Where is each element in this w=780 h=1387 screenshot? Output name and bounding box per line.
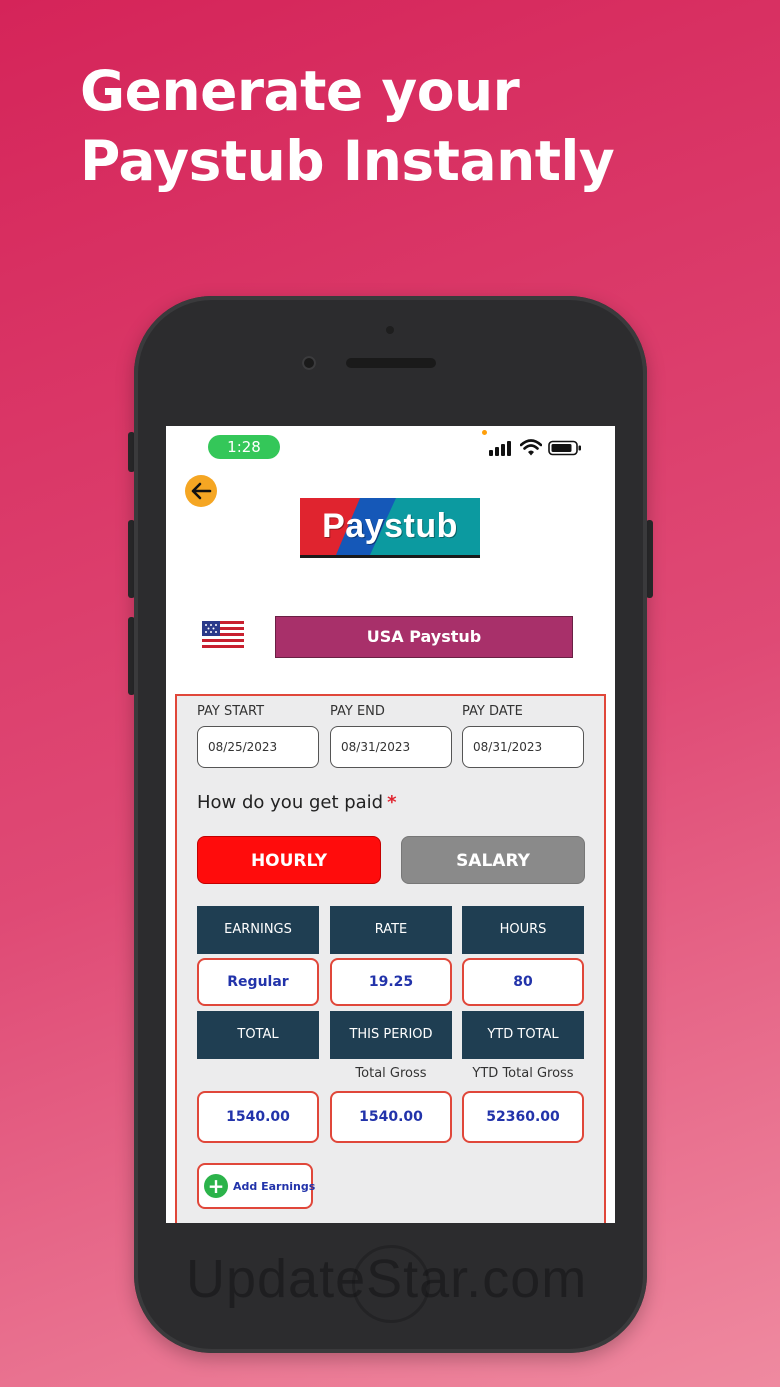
arrow-left-icon [191,482,212,500]
front-camera [302,356,316,370]
watermark: UpdateStar.com [186,1249,588,1309]
hourly-button[interactable]: HOURLY [197,836,381,884]
ytd-total-gross-label: YTD Total Gross [472,1066,574,1081]
headline: Generate your Paystub Instantly [80,56,615,196]
logo-text: Paystub [322,507,458,545]
pay-start-input[interactable]: 08/25/2023 [197,726,319,768]
rate-header: RATE [330,906,452,954]
total-gross-label: Total Gross [355,1066,427,1081]
back-button[interactable] [185,475,217,507]
pay-end-label: PAY END [330,704,385,719]
signal-icon [489,441,511,456]
battery-icon [548,440,581,456]
add-earnings-label: Add Earnings [233,1179,316,1193]
paystub-logo: Paystub [300,498,480,558]
this-period-value[interactable]: 1540.00 [330,1091,452,1143]
side-button-power [646,520,653,598]
status-time: 1:28 [208,435,280,459]
phone-sensor [386,326,394,334]
headline-line-1: Generate your [80,59,520,123]
hours-input[interactable]: 80 [462,958,584,1006]
total-header: TOTAL [197,1011,319,1059]
total-value[interactable]: 1540.00 [197,1091,319,1143]
paystub-form: PAY START PAY END PAY DATE 08/25/2023 08… [175,694,606,1223]
salary-button[interactable]: SALARY [401,836,585,884]
earnings-header: EARNINGS [197,906,319,954]
pay-start-label: PAY START [197,704,265,719]
plus-circle-icon: + [204,1174,228,1198]
pay-date-label: PAY DATE [462,704,523,719]
us-flag-icon [202,621,244,651]
privacy-indicator [482,430,487,435]
pay-type-question: How do you get paid * [197,792,397,813]
headline-line-2: Paystub Instantly [80,129,615,193]
pay-date-input[interactable]: 08/31/2023 [462,726,584,768]
hours-header: HOURS [462,906,584,954]
ytd-total-header: YTD TOTAL [462,1011,584,1059]
this-period-header: THIS PERIOD [330,1011,452,1059]
rate-input[interactable]: 19.25 [330,958,452,1006]
add-earnings-button[interactable]: + Add Earnings [197,1163,316,1209]
wifi-icon [520,439,542,456]
country-select-button[interactable]: USA Paystub [275,616,573,658]
pay-end-input[interactable]: 08/31/2023 [330,726,452,768]
ytd-total-value[interactable]: 52360.00 [462,1091,584,1143]
earpiece-speaker [346,358,436,368]
pay-type-question-text: How do you get paid [197,792,384,813]
required-mark: * [387,792,397,813]
earnings-type-input[interactable]: Regular [197,958,319,1006]
app-screen: 1:28 Paystub USA Paystub PAY START PAY E… [166,426,615,1223]
